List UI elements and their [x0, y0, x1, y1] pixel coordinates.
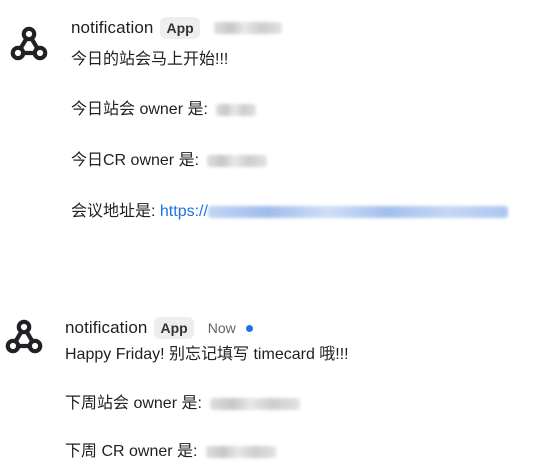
- sender-name[interactable]: notification: [65, 318, 147, 338]
- redacted-link[interactable]: [207, 205, 508, 218]
- message-line-label: 今日CR owner 是:: [71, 152, 200, 169]
- message-line-label: 会议地址是:: [71, 203, 156, 220]
- message-line-label: 下周站会 owner 是:: [65, 395, 202, 412]
- redacted-name: [207, 154, 268, 167]
- webhook-icon[interactable]: [9, 24, 49, 64]
- message-line: 今日CR owner 是:: [71, 151, 508, 171]
- message-line: 今日的站会马上开始!!!: [71, 51, 229, 68]
- message-header: notification App Now: [65, 314, 349, 342]
- message-line: 会议地址是: https://: [71, 202, 508, 222]
- message-line-label: 今日站会 owner 是:: [71, 101, 208, 118]
- redacted-timestamp: [213, 22, 282, 34]
- message-line: 下周 CR owner 是:: [65, 442, 349, 462]
- message-header: notification App: [71, 14, 508, 42]
- app-badge: App: [160, 17, 200, 39]
- notification-feed: notification App 今日的站会马上开始!!! 今日站会 owner…: [0, 0, 547, 470]
- message-line: 今日站会 owner 是:: [71, 100, 508, 120]
- meeting-link[interactable]: https://: [160, 203, 208, 220]
- message-body: notification App 今日的站会马上开始!!! 今日站会 owner…: [71, 14, 508, 222]
- timestamp: Now: [207, 320, 236, 336]
- message-body: notification App Now Happy Friday! 别忘记填写…: [65, 314, 349, 462]
- redacted-name: [216, 103, 257, 116]
- redacted-name: [205, 445, 276, 458]
- message-line-label: 下周 CR owner 是:: [65, 443, 198, 460]
- sender-name[interactable]: notification: [71, 18, 153, 38]
- app-badge: App: [154, 317, 194, 339]
- message-line: Happy Friday! 别忘记填写 timecard 哦!!!: [65, 346, 349, 363]
- unread-dot-icon: [245, 324, 253, 332]
- redacted-name: [210, 397, 301, 410]
- webhook-icon[interactable]: [4, 317, 44, 357]
- message-line: 下周站会 owner 是:: [65, 394, 349, 414]
